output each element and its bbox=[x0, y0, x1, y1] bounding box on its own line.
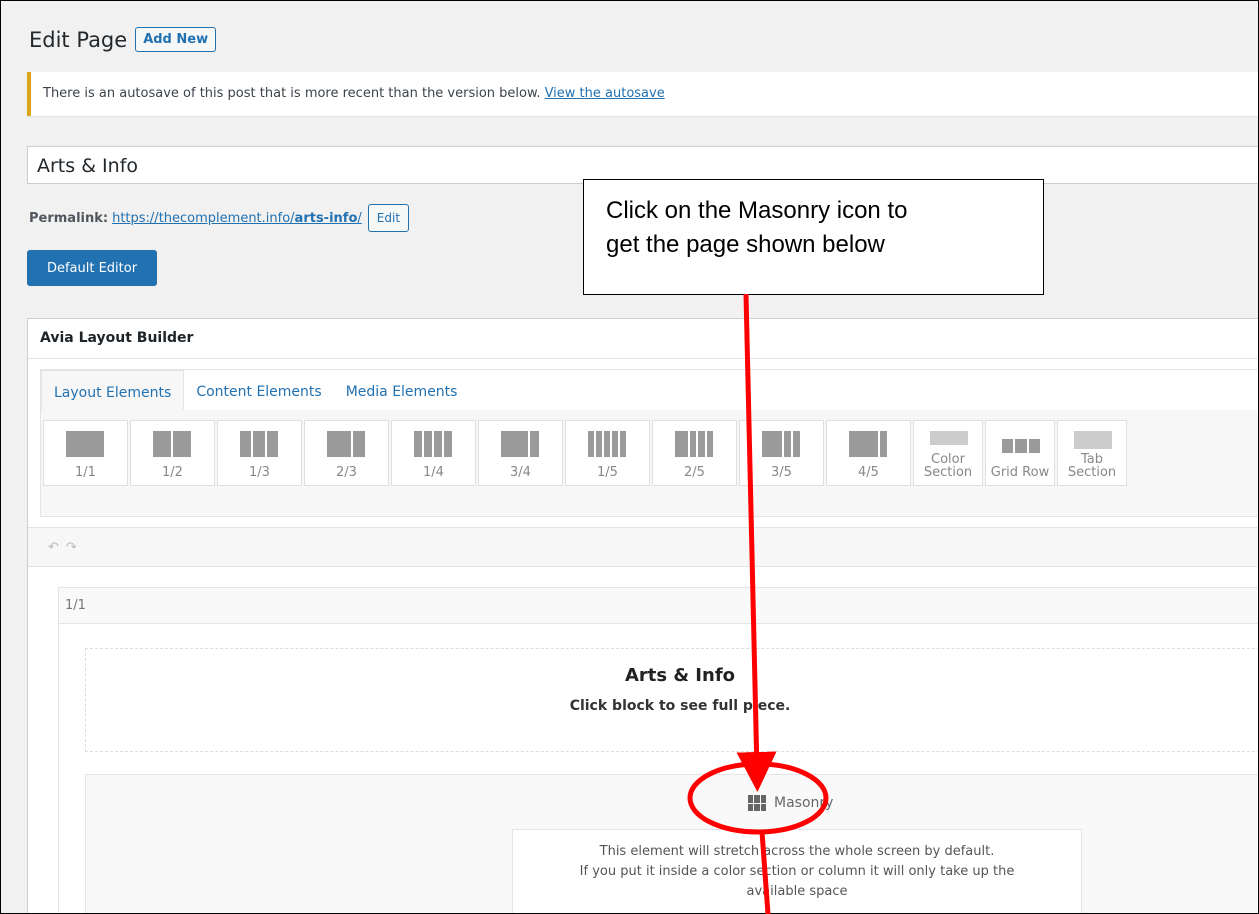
masonry-label[interactable]: Masonry bbox=[748, 795, 833, 811]
element-label: Tab Section bbox=[1067, 452, 1117, 480]
column-1-2-icon bbox=[153, 431, 191, 457]
element-1-2[interactable]: 1/2 bbox=[130, 420, 215, 486]
text-block-heading: Arts & Info bbox=[624, 665, 736, 686]
tab-content-elements[interactable]: Content Elements bbox=[184, 370, 333, 410]
element-label: 1/4 bbox=[423, 465, 444, 480]
column-2-5-icon bbox=[675, 431, 714, 457]
element-label: 2/5 bbox=[684, 465, 705, 480]
column-1-5-icon bbox=[588, 431, 626, 457]
permalink-url-prefix: https://thecomplement.info/ bbox=[112, 210, 295, 226]
element-label: Color Section bbox=[923, 452, 973, 480]
undo-redo-bar: ↶ ↷ bbox=[28, 527, 1258, 567]
column-1-3-icon bbox=[240, 431, 278, 457]
permalink-url-suffix: / bbox=[357, 210, 362, 226]
view-autosave-link[interactable]: View the autosave bbox=[545, 86, 665, 101]
element-label: 3/4 bbox=[510, 465, 531, 480]
permalink-row: Permalink: https://thecomplement.info/ar… bbox=[29, 204, 410, 232]
column-3-5-icon bbox=[762, 431, 800, 457]
permalink-label: Permalink: bbox=[29, 210, 109, 226]
column-2-3-icon bbox=[327, 431, 365, 457]
column-4-5-icon bbox=[849, 431, 887, 457]
color-section-icon bbox=[930, 431, 968, 445]
builder-title: Avia Layout Builder bbox=[28, 319, 1258, 359]
column-1-1-container[interactable]: 1/1 Arts & Info Click block to see full … bbox=[58, 587, 1258, 913]
masonry-element[interactable]: Masonry This element will stretch across… bbox=[85, 774, 1258, 913]
element-grid-row[interactable]: Grid Row bbox=[985, 420, 1055, 486]
element-tab-section[interactable]: Tab Section bbox=[1057, 420, 1127, 486]
element-label: 2/3 bbox=[336, 465, 357, 480]
column-3-4-icon bbox=[501, 431, 539, 457]
notice-message: There is an autosave of this post that i… bbox=[43, 86, 541, 101]
callout-line: Click on the Masonry icon to bbox=[606, 197, 908, 224]
autosave-notice: There is an autosave of this post that i… bbox=[27, 72, 1258, 116]
element-label: 1/3 bbox=[249, 465, 270, 480]
text-block[interactable]: Arts & Info Click block to see full piec… bbox=[85, 648, 1258, 752]
column-1-1-icon bbox=[66, 431, 104, 457]
masonry-icon bbox=[748, 795, 766, 811]
avia-layout-builder: Avia Layout Builder Layout Elements Cont… bbox=[27, 318, 1258, 913]
undo-icon[interactable]: ↶ bbox=[48, 540, 59, 555]
add-new-button[interactable]: Add New bbox=[135, 27, 217, 52]
callout-line: get the page shown below bbox=[606, 231, 885, 258]
element-2-3[interactable]: 2/3 bbox=[304, 420, 389, 486]
page-title: Edit Page bbox=[29, 27, 128, 52]
default-editor-button[interactable]: Default Editor bbox=[27, 250, 157, 286]
element-1-3[interactable]: 1/3 bbox=[217, 420, 302, 486]
layout-elements-list: 1/1 1/2 1/3 2/3 1/4 3/4 1/5 2/5 3/5 4/5 … bbox=[41, 410, 1258, 486]
masonry-desc-line: available space bbox=[746, 884, 848, 899]
builder-tabs-area: Layout Elements Content Elements Media E… bbox=[40, 369, 1258, 517]
element-label: 1/1 bbox=[75, 465, 96, 480]
element-1-5[interactable]: 1/5 bbox=[565, 420, 650, 486]
masonry-desc-line: If you put it inside a color section or … bbox=[579, 864, 1015, 879]
permalink-slug: arts-info bbox=[294, 210, 358, 226]
annotation-callout: Click on the Masonry icon to get the pag… bbox=[583, 179, 1044, 295]
element-label: 1/5 bbox=[597, 465, 618, 480]
element-label: 1/2 bbox=[162, 465, 183, 480]
permalink-link[interactable]: https://thecomplement.info/arts-info/ bbox=[112, 211, 362, 226]
column-1-4-icon bbox=[414, 431, 452, 457]
tab-layout-elements[interactable]: Layout Elements bbox=[41, 370, 185, 410]
builder-tab-row: Layout Elements Content Elements Media E… bbox=[41, 370, 1258, 410]
tab-section-icon bbox=[1074, 431, 1112, 449]
redo-icon[interactable]: ↷ bbox=[66, 540, 77, 555]
masonry-description: This element will stretch across the who… bbox=[512, 829, 1082, 913]
element-1-4[interactable]: 1/4 bbox=[391, 420, 476, 486]
column-label: 1/1 bbox=[59, 588, 1258, 624]
screenshot-frame: Edit Page Add New There is an autosave o… bbox=[0, 0, 1259, 914]
permalink-edit-button[interactable]: Edit bbox=[367, 204, 410, 232]
element-3-4[interactable]: 3/4 bbox=[478, 420, 563, 486]
element-label: Grid Row bbox=[990, 465, 1050, 480]
text-block-subtext: Click block to see full piece. bbox=[569, 698, 791, 714]
notice-text: There is an autosave of this post that i… bbox=[43, 86, 665, 101]
masonry-desc-line: This element will stretch across the who… bbox=[599, 844, 995, 859]
element-2-5[interactable]: 2/5 bbox=[652, 420, 737, 486]
tab-media-elements[interactable]: Media Elements bbox=[334, 370, 470, 410]
element-color-section[interactable]: Color Section bbox=[913, 420, 983, 486]
builder-canvas: 1/1 Arts & Info Click block to see full … bbox=[28, 567, 1258, 913]
masonry-label-text: Masonry bbox=[774, 795, 834, 811]
element-label: 3/5 bbox=[771, 465, 792, 480]
element-label: 4/5 bbox=[858, 465, 879, 480]
grid-row-icon bbox=[1002, 439, 1040, 453]
element-4-5[interactable]: 4/5 bbox=[826, 420, 911, 486]
element-1-1[interactable]: 1/1 bbox=[43, 420, 128, 486]
element-3-5[interactable]: 3/5 bbox=[739, 420, 824, 486]
title-row: Edit Page Add New bbox=[29, 27, 217, 52]
